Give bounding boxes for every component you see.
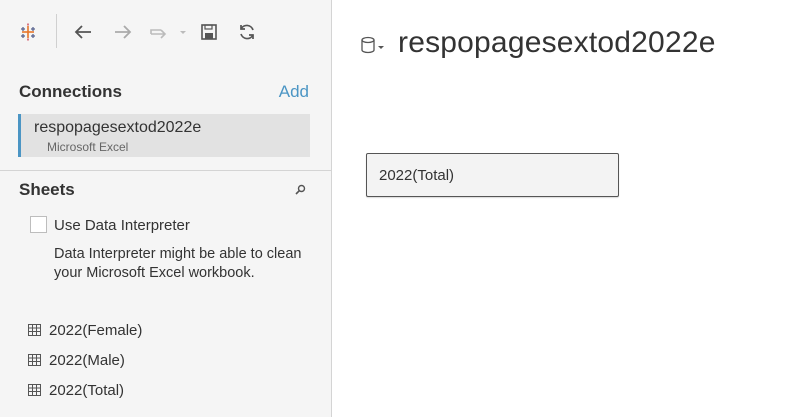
datasource-title[interactable]: respopagesextod2022e: [398, 26, 716, 60]
use-data-interpreter-checkbox[interactable]: [30, 216, 47, 233]
sheet-label: 2022(Male): [49, 351, 125, 369]
section-divider: [0, 170, 331, 171]
sheet-item-2022-female[interactable]: 2022(Female): [28, 319, 142, 341]
back-arrow-icon[interactable]: [70, 10, 96, 54]
tableau-logo-icon[interactable]: [14, 10, 42, 54]
connection-name: respopagesextod2022e: [34, 119, 202, 136]
connections-heading: Connections: [19, 82, 122, 101]
table-grid-icon: [28, 324, 41, 336]
toolbar-separator: [56, 14, 57, 48]
data-source-sidebar: Connections Add respopagesextod2022e Mic…: [0, 0, 332, 417]
sheet-label: 2022(Female): [49, 321, 143, 339]
use-data-interpreter-label[interactable]: Use Data Interpreter: [54, 217, 190, 234]
save-icon[interactable]: [198, 10, 220, 54]
forward-arrow-icon[interactable]: [110, 10, 136, 54]
data-interpreter-description: Data Interpreter might be able to clean …: [54, 246, 302, 281]
table-grid-icon: [28, 354, 41, 366]
canvas-table-2022-total[interactable]: 2022(Total): [366, 153, 619, 197]
connection-item[interactable]: respopagesextod2022e Microsoft Excel: [18, 114, 310, 157]
sheets-heading: Sheets: [19, 180, 75, 199]
add-connection-link[interactable]: Add: [279, 82, 309, 102]
redo-dropdown-icon[interactable]: [146, 10, 188, 54]
search-icon[interactable]: [292, 182, 308, 198]
connection-type: Microsoft Excel: [47, 140, 129, 154]
sheet-item-2022-total[interactable]: 2022(Total): [28, 379, 124, 401]
sheet-item-2022-male[interactable]: 2022(Male): [28, 349, 125, 371]
canvas-table-label: 2022(Total): [379, 167, 455, 184]
toolbar: [0, 10, 332, 54]
table-grid-icon: [28, 384, 41, 396]
sheet-label: 2022(Total): [49, 381, 125, 399]
refresh-icon[interactable]: [236, 10, 258, 54]
datasource-dropdown-icon[interactable]: [360, 36, 386, 61]
